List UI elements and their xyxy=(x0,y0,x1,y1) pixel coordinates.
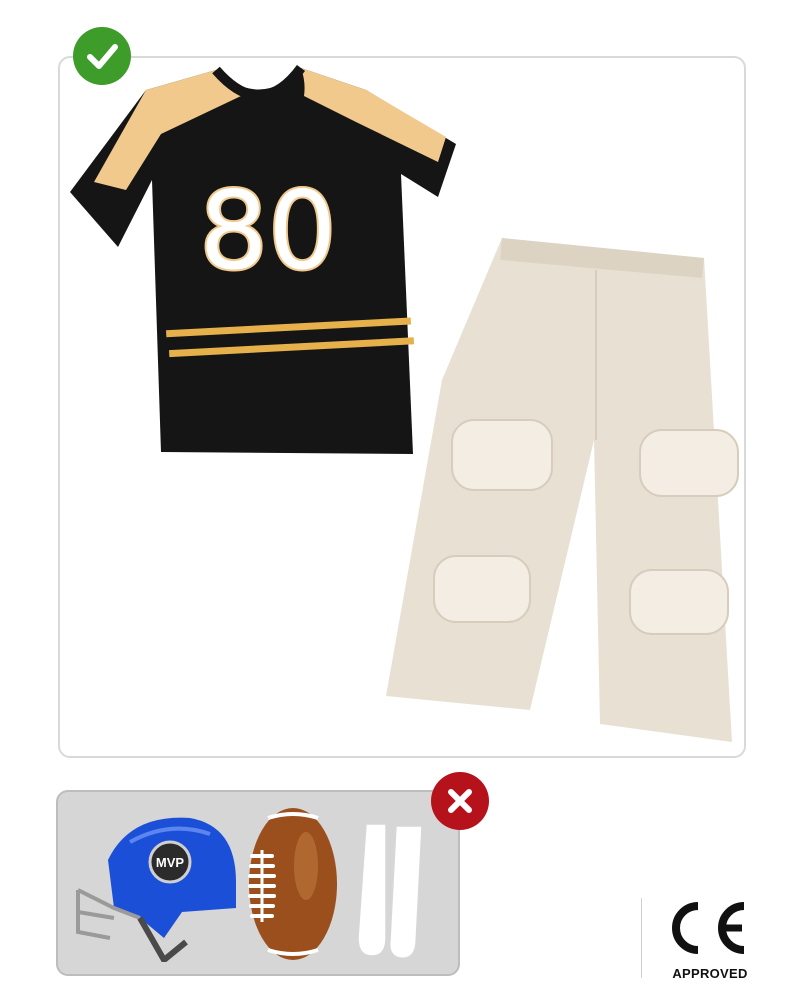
certification-divider xyxy=(641,898,642,978)
football-image xyxy=(248,808,337,960)
svg-text:MVP: MVP xyxy=(156,855,185,870)
ce-approved-label: APPROVED xyxy=(672,966,748,981)
ce-mark-icon xyxy=(672,902,745,954)
included-check-badge xyxy=(73,27,131,85)
cross-icon xyxy=(431,772,489,830)
check-icon xyxy=(73,27,131,85)
helmet-image: MVP xyxy=(76,817,236,962)
excluded-cross-badge xyxy=(431,772,489,830)
svg-text:80: 80 xyxy=(199,169,336,294)
pants-image xyxy=(386,238,739,742)
socks-image xyxy=(357,823,423,959)
